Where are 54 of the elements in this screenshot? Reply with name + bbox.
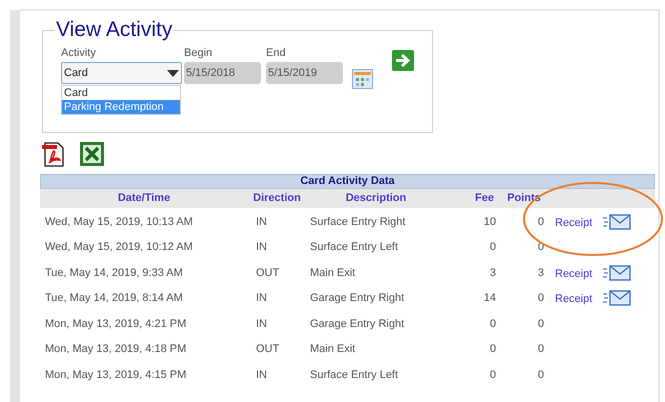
table-cell-text: Mon, May 13, 2019, 4:15 PM — [44, 368, 188, 382]
table-cell-text: Garage Entry Right — [309, 316, 406, 332]
table-cell-text: 0 — [488, 368, 497, 382]
table-cell-text: 0 — [536, 342, 545, 357]
table-cell-text: 0 — [536, 368, 545, 382]
table-cell-text: 3 — [536, 266, 545, 280]
table-cell-text: 0 — [536, 214, 545, 230]
pdf-icon[interactable] — [42, 142, 65, 167]
activity-dropdown[interactable]: Card — [61, 62, 182, 84]
field-label: Begin — [184, 46, 214, 60]
table-cell-text: IN — [255, 291, 268, 306]
table-cell-text: Tue, May 14, 2019, 9:33 AM — [44, 266, 184, 280]
table-cell-text: 0 — [488, 240, 497, 255]
table-cell-text: Main Exit — [309, 342, 356, 357]
table-cell-text: 0 — [536, 291, 545, 306]
table-cell-text: IN — [255, 240, 268, 255]
table-title: Card Activity Data — [40, 174, 655, 189]
table-cell-text: Surface Entry Left — [309, 368, 400, 382]
table-cell-text: Mon, May 13, 2019, 4:18 PM — [44, 342, 188, 357]
table-cell-text: 10 — [482, 214, 497, 230]
email-icon[interactable] — [603, 264, 631, 281]
email-icon[interactable] — [603, 214, 631, 230]
email-icon[interactable] — [603, 290, 631, 306]
table-cell-text: IN — [255, 316, 268, 332]
field-label: End — [266, 46, 287, 60]
caret-icon — [167, 70, 179, 76]
receipt-link[interactable]: Receipt — [555, 293, 592, 306]
table-cell-text: Wed, May 15, 2019, 10:12 AM — [44, 240, 194, 255]
table-cell-text: Main Exit — [309, 266, 356, 280]
page-title: View Activity — [55, 18, 174, 42]
spreadsheet-icon[interactable] — [80, 142, 104, 166]
table-cell-text: Tue, May 14, 2019, 8:14 AM — [44, 291, 184, 306]
table-cell-text: 14 — [482, 291, 497, 306]
table-cell-text: Surface Entry Left — [309, 240, 400, 255]
column-header: Description — [344, 191, 408, 206]
table-cell-text: Mon, May 13, 2019, 4:21 PM — [44, 316, 188, 332]
column-header: Direction — [252, 191, 302, 206]
table-cell-text: 0 — [488, 342, 497, 357]
table-cell-text: IN — [255, 368, 268, 382]
table-cell-text: IN — [255, 214, 268, 230]
receipt-link[interactable]: Receipt — [555, 268, 592, 280]
table-cell-text: 0 — [536, 316, 545, 332]
column-header: Date/Time — [116, 191, 172, 206]
table-cell-text: OUT — [255, 342, 280, 357]
column-header: Fee — [474, 191, 495, 206]
table-cell-text: Wed, May 15, 2019, 10:13 AM — [44, 214, 194, 230]
table-cell-text: 0 — [488, 316, 497, 332]
dropdown-option[interactable]: Card — [62, 86, 180, 100]
table-cell-text: Garage Entry Right — [309, 291, 406, 306]
table-cell-text: 3 — [488, 266, 497, 280]
table-cell-text: Surface Entry Right — [309, 214, 406, 230]
table-cell-text: OUT — [255, 266, 280, 280]
receipt-link[interactable]: Receipt — [555, 216, 592, 229]
field-label: Activity — [61, 46, 97, 60]
